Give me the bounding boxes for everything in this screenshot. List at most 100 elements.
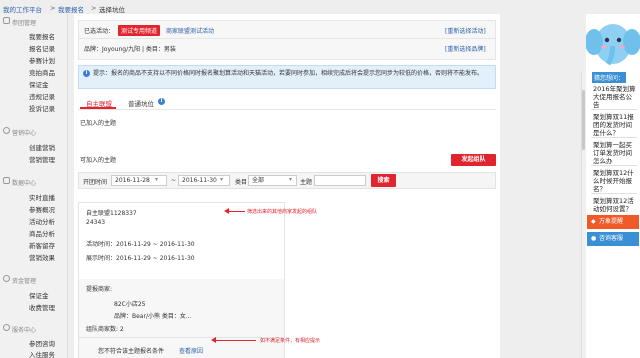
card-title: 自主联盟1128337 <box>86 210 137 217</box>
activity-tag: 测试专用频道 <box>118 25 161 36</box>
sidebar-item-overview[interactable]: 参赛概况 <box>29 204 55 214</box>
faq-divider <box>591 109 637 110</box>
breadcrumb-signup[interactable]: 我要报名 <box>58 4 84 14</box>
card-divider <box>79 337 284 338</box>
info-icon: i <box>83 70 90 77</box>
activity-name-link[interactable]: 商家联盟测试活动 <box>166 26 214 35</box>
annotation-text: 筛选出来的其他商家发起的组队 <box>247 209 318 215</box>
reselect-brand-link[interactable]: [重新选择品牌] <box>445 44 486 53</box>
joined-themes-label: 已加入的主题 <box>80 120 117 127</box>
calendar-icon[interactable]: ▾ <box>220 176 223 183</box>
view-reason-link[interactable]: 查看原因 <box>179 346 203 355</box>
theme-card[interactable]: 自主联盟1128337 24343 活动时间：2016-11-29 ~ 2016… <box>78 202 285 358</box>
brand-line: 品牌：Joyoung/九阳 | 类目：男装 <box>84 46 176 53</box>
sidebar-section-title: 服务中心 <box>12 327 37 334</box>
help-panel-header: 猜您想问： <box>592 72 627 83</box>
breadcrumb-home[interactable]: 我的工作平台 <box>3 4 42 14</box>
sidebar-item-retention[interactable]: 新客留存 <box>29 240 55 250</box>
card-team-count: 组队商家数: 2 <box>86 326 124 333</box>
breadcrumb-current: 选择坑位 <box>99 6 125 14</box>
divider <box>78 38 496 39</box>
tab-normal-slot[interactable]: 普通坑位 <box>128 98 154 108</box>
sidebar-item-live[interactable]: 实时直播 <box>29 192 55 202</box>
create-team-button[interactable]: 发起组队 <box>451 154 496 166</box>
start-time-label: 开团时间 <box>83 179 108 186</box>
sidebar-item-fees[interactable]: 收费管理 <box>29 302 55 312</box>
card-display-time: 展示时间：2016-11-29 ~ 2016-11-30 <box>86 255 195 262</box>
elephant-mascot-icon <box>586 14 640 72</box>
category-label: 类目 <box>235 179 248 186</box>
sidebar-item-complaints[interactable]: 投诉记录 <box>29 103 55 113</box>
help-icon[interactable]: i <box>158 98 165 105</box>
calendar-icon[interactable]: ▾ <box>155 176 158 183</box>
service-icon <box>3 324 10 331</box>
chart-icon <box>3 177 10 184</box>
sidebar-section-title: 参团管理 <box>12 20 37 27</box>
faq-item[interactable]: 聚划算双12什么时候开始报名？ <box>593 169 637 193</box>
theme-input[interactable] <box>314 175 366 186</box>
sidebar-item-plan[interactable]: 参赛计划 <box>29 55 55 65</box>
annotation-arrow-head <box>211 337 216 343</box>
notice-text: 提示：报名的商品不支持以不同价格同时报名聚划算活动和天猫活动，若要同时参加，相续… <box>93 70 484 77</box>
bell-icon: ◆ <box>591 218 596 225</box>
category-value: 全部 <box>252 177 265 184</box>
annotation-text: 如不满足条件，有相应提示 <box>260 338 321 344</box>
reselect-activity-link[interactable]: [重新选择活动] <box>445 26 486 35</box>
activity-label: 已选活动： <box>84 28 115 35</box>
yen-icon <box>3 275 10 282</box>
sidebar-item-onboarding[interactable]: 入住服务 <box>29 349 55 358</box>
search-button[interactable]: 搜索 <box>371 174 396 187</box>
card-not-eligible: 您不符合该主题报名条件 <box>98 348 165 355</box>
chevron-down-icon: ▾ <box>289 176 293 183</box>
start-date-input[interactable]: 2016-11-28 <box>111 175 167 186</box>
annotation-arrow-line <box>229 211 245 212</box>
customer-service-label: 咨询客服 <box>599 235 624 242</box>
faq-divider <box>591 193 637 194</box>
breadcrumb-sep: > <box>91 4 97 12</box>
faq-item[interactable]: 聚划算一起买订单发货时间怎么办 <box>593 141 637 165</box>
card-initiator-label: 提报商家: <box>86 286 113 293</box>
sidebar-item-product-analysis[interactable]: 商品分析 <box>29 228 55 238</box>
alert-button-label: 万象提醒 <box>599 218 624 225</box>
main-panel: 已选活动： 测试专用频道 商家联盟测试活动 [重新选择活动] 品牌：Joyoun… <box>74 14 500 358</box>
breadcrumb-sep: > <box>50 4 56 12</box>
sidebar-item-deposit[interactable]: 保证金 <box>29 79 49 89</box>
date-separator: ~ <box>171 177 177 184</box>
sidebar-section-title: 数据中心 <box>12 180 37 187</box>
card-brand-category: 品牌：Bear/小熊 类目：女... <box>114 313 192 320</box>
faq-divider <box>591 137 637 138</box>
sidebar-item-activity-analysis[interactable]: 活动分析 <box>29 216 55 226</box>
theme-label: 主题 <box>300 179 313 186</box>
faq-item[interactable]: 2016年聚划算大促用报名公告 <box>593 85 637 109</box>
end-date-value: 2016-11-30 <box>182 177 217 184</box>
sidebar-section-title: 资金管理 <box>12 278 37 285</box>
sidebar-item-violations[interactable]: 违规记录 <box>29 91 55 101</box>
sidebar-item-signup[interactable]: 我要报名 <box>29 31 55 41</box>
customer-service-button[interactable]: ● 咨询客服 <box>587 232 639 246</box>
faq-item[interactable]: 聚划算双11报团的发货时间是什么？ <box>593 113 637 137</box>
flag-icon <box>3 17 10 24</box>
card-shop-name: 82C小店25 <box>114 301 146 308</box>
notice-box: i 提示：报名的商品不支持以不同价格同时报名聚划算活动和天猫活动，若要同时参加，… <box>78 65 496 89</box>
card-id: 24343 <box>86 219 106 226</box>
sidebar-item-marketing-effect[interactable]: 营销效果 <box>29 252 55 262</box>
sidebar-item-consult[interactable]: 参团咨询 <box>29 338 55 348</box>
tab-divider <box>78 109 496 110</box>
sidebar-section-title: 营销中心 <box>12 130 37 137</box>
annotation-arrow-head <box>224 208 229 214</box>
alert-button[interactable]: ◆ 万象提醒 <box>587 215 639 229</box>
scrollbar-thumb[interactable] <box>582 90 585 150</box>
sidebar-item-auction[interactable]: 竞拍商品 <box>29 67 55 77</box>
annotation-arrow-line <box>216 340 256 341</box>
marketing-icon <box>3 127 10 134</box>
faq-item[interactable]: 聚划算双12活动如何设置？ <box>593 197 637 213</box>
top-bar: 我的工作平台 > 我要报名 > 选择坑位 <box>0 0 640 14</box>
faq-divider <box>591 165 637 166</box>
chat-icon: ● <box>591 235 597 242</box>
joinable-themes-label: 可加入的主题 <box>80 157 117 164</box>
sidebar-item-create-marketing[interactable]: 创建营销 <box>29 142 55 152</box>
sidebar-item-marketing-manage[interactable]: 营销管理 <box>29 154 55 164</box>
sidebar-item-deposit-2[interactable]: 保证金 <box>29 290 49 300</box>
start-date-value: 2016-11-28 <box>115 177 150 184</box>
sidebar-item-records[interactable]: 报名记录 <box>29 43 55 53</box>
